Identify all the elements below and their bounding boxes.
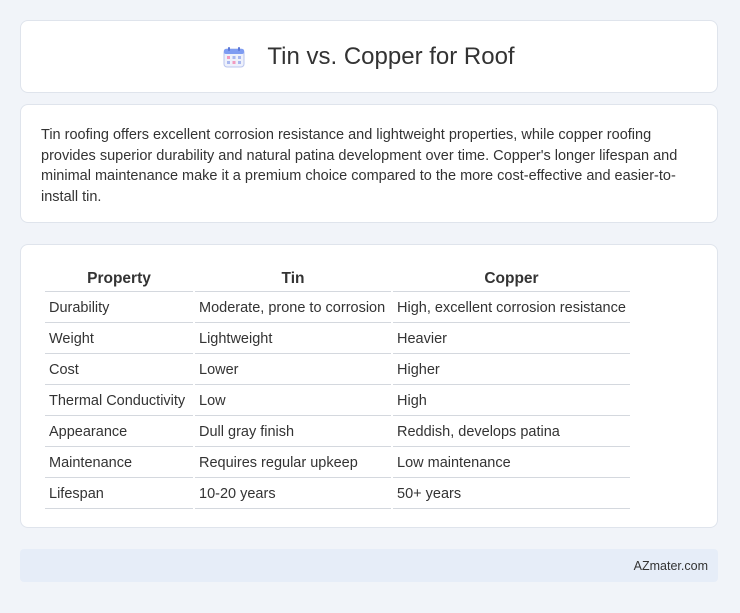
column-header-tin: Tin	[195, 267, 391, 292]
table-row: Thermal Conductivity Low High	[45, 387, 630, 416]
table-cell: Lower	[195, 356, 391, 385]
page-title: Tin vs. Copper for Roof	[267, 42, 515, 70]
table-row: Lifespan 10-20 years 50+ years	[45, 480, 630, 509]
description-text: Tin roofing offers excellent corrosion r…	[41, 127, 678, 205]
description-card: Tin roofing offers excellent corrosion r…	[20, 104, 718, 223]
comparison-card: Property Tin Copper Durability Moderate,…	[20, 244, 718, 528]
table-cell: Weight	[45, 325, 193, 354]
table-cell: Appearance	[45, 418, 193, 447]
table-cell: Durability	[45, 294, 193, 323]
table-cell: 50+ years	[393, 480, 630, 509]
table-cell: High, excellent corrosion resistance	[393, 294, 630, 323]
comparison-table: Property Tin Copper Durability Moderate,…	[43, 265, 632, 511]
table-cell: Heavier	[393, 325, 630, 354]
calendar-icon	[223, 46, 245, 68]
column-header-property: Property	[45, 267, 193, 292]
table-row: Cost Lower Higher	[45, 356, 630, 385]
table-cell: Maintenance	[45, 449, 193, 478]
footer-site-link[interactable]: AZmater.com	[634, 559, 708, 573]
table-cell: Reddish, develops patina	[393, 418, 630, 447]
table-cell: Low	[195, 387, 391, 416]
table-row: Appearance Dull gray finish Reddish, dev…	[45, 418, 630, 447]
table-row: Maintenance Requires regular upkeep Low …	[45, 449, 630, 478]
table-cell: 10-20 years	[195, 480, 391, 509]
title-card: Tin vs. Copper for Roof	[20, 20, 718, 93]
table-header-row: Property Tin Copper	[45, 267, 630, 292]
table-row: Durability Moderate, prone to corrosion …	[45, 294, 630, 323]
table-cell: Requires regular upkeep	[195, 449, 391, 478]
table-cell: Low maintenance	[393, 449, 630, 478]
table-cell: Lifespan	[45, 480, 193, 509]
table-cell: High	[393, 387, 630, 416]
table-cell: Lightweight	[195, 325, 391, 354]
table-cell: Dull gray finish	[195, 418, 391, 447]
table-cell: Thermal Conductivity	[45, 387, 193, 416]
column-header-copper: Copper	[393, 267, 630, 292]
footer-bar: AZmater.com	[20, 549, 718, 582]
table-cell: Moderate, prone to corrosion	[195, 294, 391, 323]
table-cell: Higher	[393, 356, 630, 385]
table-cell: Cost	[45, 356, 193, 385]
table-row: Weight Lightweight Heavier	[45, 325, 630, 354]
